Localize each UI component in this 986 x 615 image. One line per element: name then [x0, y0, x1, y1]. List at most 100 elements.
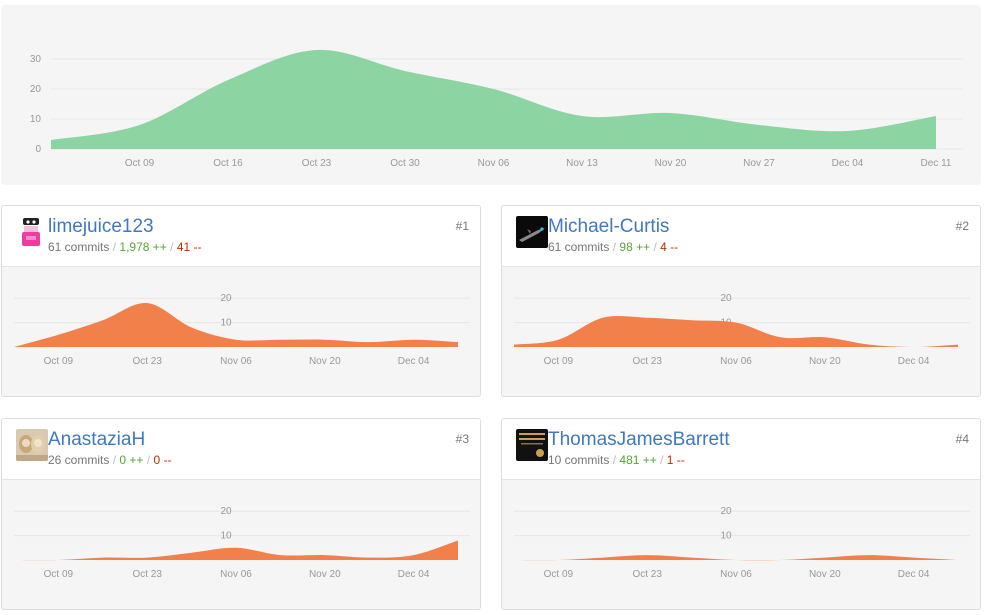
- contributor-stats: 61 commits / 1,978 ++ / 41 --: [48, 240, 202, 254]
- contributor-rank: #1: [455, 219, 469, 233]
- additions-count: 98 ++: [619, 240, 651, 254]
- stats-separator: /: [612, 453, 617, 467]
- y-tick-label: 30: [30, 54, 42, 65]
- contributor-header: Michael-Curtis 61 commits / 98 ++ / 4 --…: [502, 206, 980, 267]
- contributor-card: Michael-Curtis 61 commits / 98 ++ / 4 --…: [501, 205, 981, 397]
- stats-separator: /: [170, 240, 174, 254]
- stats-separator: /: [146, 453, 151, 467]
- commit-count: 10 commits: [548, 453, 610, 467]
- x-tick-label: Dec 04: [898, 569, 930, 580]
- y-tick-label: 20: [220, 293, 232, 304]
- contributor-username-link[interactable]: Michael-Curtis: [548, 216, 669, 238]
- x-tick-label: Nov 20: [309, 569, 341, 580]
- commit-count: 61 commits: [548, 240, 610, 254]
- x-tick-label: Oct 23: [632, 356, 662, 367]
- deletions-count: 4 --: [660, 240, 679, 254]
- x-tick-label: Oct 23: [302, 158, 332, 169]
- contributor-username-link[interactable]: limejuice123: [48, 216, 154, 238]
- x-tick-label: Oct 16: [213, 158, 243, 169]
- contributor-commits-chart: 10 20 Oct 09 Oct 23 Nov 06 Nov 20 Dec 04: [514, 506, 970, 580]
- avatar[interactable]: [16, 216, 48, 248]
- contributor-commits-chart: 1020Oct 09Oct 23Nov 06Nov 20Dec 04: [514, 293, 970, 367]
- contributor-username-link[interactable]: ThomasJamesBarrett: [548, 429, 730, 451]
- pink-cartoon-avatar-icon: [16, 216, 48, 248]
- commits-area: [14, 540, 458, 561]
- deletions-count: 1 --: [666, 453, 685, 467]
- stats-separator: /: [612, 240, 617, 254]
- x-tick-label: Oct 23: [132, 356, 162, 367]
- contributor-commits-chart: 1020Oct 09Oct 23Nov 06Nov 20Dec 04: [14, 293, 470, 367]
- contributor-graph: 1020Oct 09Oct 23Nov 06Nov 20Dec 04: [2, 267, 480, 396]
- x-tick-label: Oct 09: [44, 356, 74, 367]
- contributor-rank: #2: [955, 219, 969, 233]
- additions-count: 481 ++: [619, 453, 657, 467]
- x-tick-label: Oct 30: [390, 158, 420, 169]
- x-tick-label: Nov 20: [809, 569, 841, 580]
- stats-separator: /: [112, 240, 117, 254]
- x-tick-label: Dec 11: [921, 158, 952, 169]
- y-tick-label: 20: [720, 293, 732, 304]
- deletions-count: 41 --: [176, 240, 202, 254]
- y-tick-label: 20: [30, 84, 42, 95]
- x-tick-label: Oct 09: [44, 569, 74, 580]
- main-commits-graph: 0 10 20 30 Oct 09 Oct 16 Oct 23 Oct 30 Nov 06 Nov…: [1, 5, 981, 185]
- x-tick-label: Dec 04: [398, 356, 430, 367]
- x-tick-label: Nov 20: [809, 356, 841, 367]
- contributor-card: AnastaziaH 26 commits / 0 ++ / 0 -- #3 1…: [1, 418, 481, 610]
- avatar[interactable]: [516, 216, 548, 248]
- contributor-stats: 10 commits / 481 ++ / 1 --: [548, 453, 685, 467]
- contributor-stats: 61 commits / 98 ++ / 4 --: [548, 240, 678, 254]
- contributor-rank: #3: [455, 432, 469, 446]
- contributor-graph: 1020Oct 09Oct 23Nov 06Nov 20Dec 04: [502, 267, 980, 396]
- x-tick-label: Nov 06: [220, 569, 252, 580]
- x-tick-label: Nov 06: [720, 356, 752, 367]
- stats-separator: /: [660, 453, 664, 467]
- contributor-header: ThomasJamesBarrett 10 commits / 481 ++ /…: [502, 419, 980, 480]
- y-tick-label: 20: [220, 506, 232, 517]
- x-tick-label: Dec 04: [832, 158, 864, 169]
- commit-count: 26 commits: [48, 453, 110, 467]
- commits-area: [14, 303, 458, 347]
- contributor-card: limejuice123 61 commits / 1,978 ++ / 41 …: [1, 205, 481, 397]
- commits-area: [514, 555, 958, 561]
- x-tick-label: Oct 09: [544, 569, 574, 580]
- stats-separator: /: [653, 240, 657, 254]
- contributor-graph: 10 20 Oct 09 Oct 23 Nov 06 Nov 20 Dec 04: [502, 480, 980, 609]
- contributor-card: ThomasJamesBarrett 10 commits / 481 ++ /…: [501, 418, 981, 610]
- commits-area: [51, 49, 936, 149]
- additions-count: 1,978 ++: [119, 240, 167, 254]
- x-tick-label: Oct 23: [132, 569, 162, 580]
- x-tick-label: Nov 06: [720, 569, 752, 580]
- contributor-header: AnastaziaH 26 commits / 0 ++ / 0 -- #3: [2, 419, 480, 480]
- contributor-rank: #4: [955, 432, 969, 446]
- black-gold-logo-avatar-icon: [516, 429, 548, 461]
- x-tick-label: Nov 20: [309, 356, 341, 367]
- x-tick-label: Nov 13: [566, 158, 598, 169]
- avatar[interactable]: [516, 429, 548, 461]
- y-tick-label: 10: [220, 531, 232, 542]
- y-tick-label: 10: [720, 531, 732, 542]
- contributor-commits-chart: 10 20 Oct 09 Oct 23 Nov 06 Nov 20 Dec 04: [14, 506, 470, 580]
- commit-count: 61 commits: [48, 240, 110, 254]
- x-tick-label: Nov 06: [220, 356, 252, 367]
- y-tick-label: 20: [720, 506, 732, 517]
- deletions-count: 0 --: [153, 453, 172, 467]
- avatar[interactable]: [16, 429, 48, 461]
- x-tick-label: Nov 27: [743, 158, 775, 169]
- dark-airplane-avatar-icon: [516, 216, 548, 248]
- contributor-username-link[interactable]: AnastaziaH: [48, 429, 145, 451]
- contributor-header: limejuice123 61 commits / 1,978 ++ / 41 …: [2, 206, 480, 267]
- commits-area: [514, 316, 958, 347]
- y-tick-label: 10: [30, 114, 42, 125]
- stats-separator: /: [112, 453, 117, 467]
- x-tick-label: Oct 23: [632, 569, 662, 580]
- main-commits-chart: 0 10 20 30 Oct 09 Oct 16 Oct 23 Oct 30 Nov 06 Nov…: [30, 49, 963, 169]
- x-tick-label: Dec 04: [398, 569, 430, 580]
- x-tick-label: Nov 06: [478, 158, 510, 169]
- y-tick-label: 0: [35, 144, 41, 155]
- contributor-graph: 10 20 Oct 09 Oct 23 Nov 06 Nov 20 Dec 04: [2, 480, 480, 609]
- x-tick-label: Nov 20: [655, 158, 687, 169]
- contributor-stats: 26 commits / 0 ++ / 0 --: [48, 453, 171, 467]
- additions-count: 0 ++: [119, 453, 144, 467]
- x-tick-label: Oct 09: [544, 356, 574, 367]
